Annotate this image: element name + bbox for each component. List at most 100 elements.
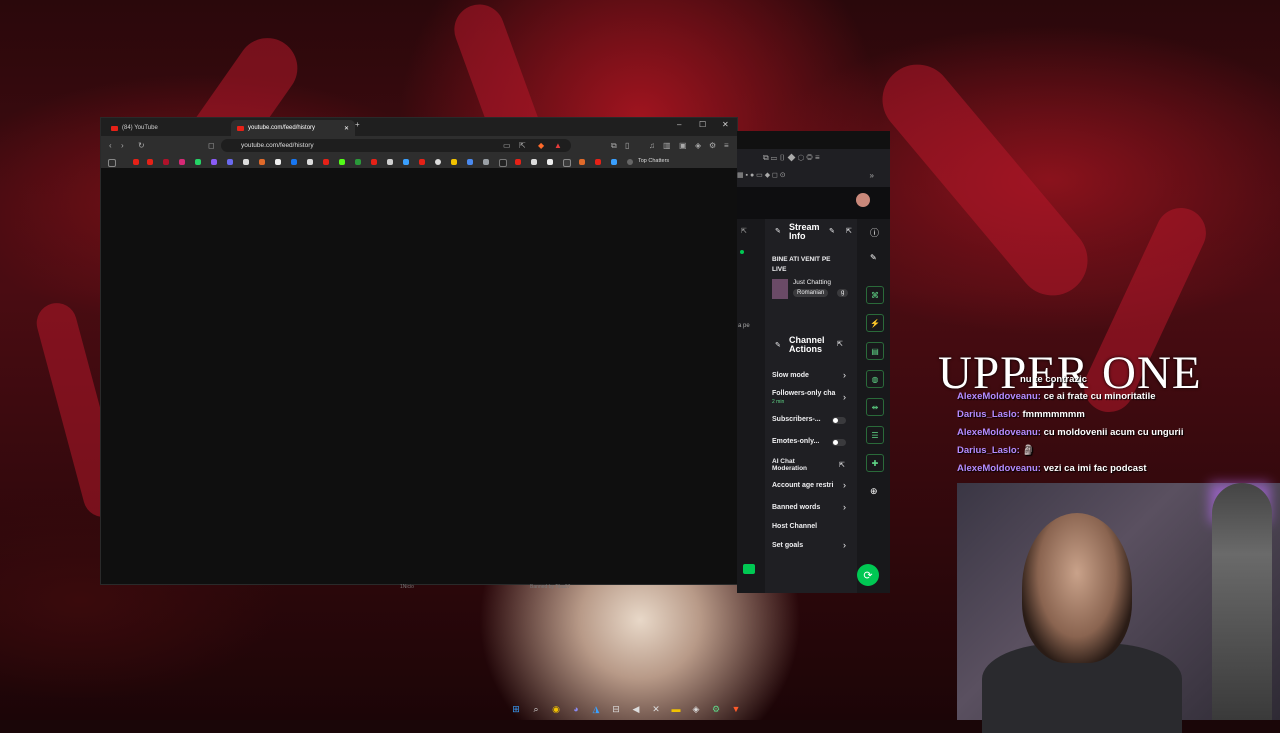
popout-icon[interactable]: ⇱ xyxy=(846,227,852,235)
split-icon[interactable]: ▥ xyxy=(663,141,671,150)
popout-icon[interactable]: ⇱ xyxy=(741,227,747,235)
bookmark-icon[interactable] xyxy=(499,159,507,167)
rewards-icon[interactable]: ▲ xyxy=(554,141,562,150)
toolbar-row2[interactable]: ▦ ▪ ● ▭ ◆ ◻ ⊙ xyxy=(737,171,786,179)
bookmark-icon[interactable] xyxy=(211,159,217,165)
avatar[interactable] xyxy=(856,193,870,207)
chevron-right-icon[interactable]: › xyxy=(843,502,846,512)
bookmark-icon[interactable]: ◻ xyxy=(208,141,215,150)
help-button[interactable]: ⟳ xyxy=(857,564,879,586)
bookmark-icon[interactable] xyxy=(323,159,329,165)
layout-icon[interactable]: ☰ xyxy=(866,426,884,444)
bookmark-top-chatters[interactable]: Top Chatters xyxy=(638,158,669,164)
bookmark-youtube-icon[interactable] xyxy=(133,159,139,165)
bookmark-icon[interactable] xyxy=(595,159,601,165)
media-icon[interactable]: ♫ xyxy=(649,141,655,150)
bookmark-icon[interactable] xyxy=(355,159,361,165)
bookmark-kick-icon[interactable] xyxy=(339,159,345,165)
bookmark-icon[interactable] xyxy=(467,159,473,165)
chevron-right-icon[interactable]: › xyxy=(843,370,846,380)
chat-button[interactable] xyxy=(743,564,755,574)
maximize-button[interactable]: ☐ xyxy=(699,120,706,129)
bookmark-icon[interactable] xyxy=(307,159,313,165)
forward-icon[interactable]: › xyxy=(121,141,124,150)
set-goals-item[interactable]: Set goals xyxy=(772,542,803,549)
host-channel-item[interactable]: Host Channel xyxy=(772,523,817,530)
tag-romanian[interactable]: Romanian xyxy=(793,289,829,297)
bookmark-icon[interactable] xyxy=(163,159,169,165)
bookmark-icon[interactable] xyxy=(403,159,409,165)
bookmark-folder-icon[interactable] xyxy=(627,159,633,165)
bookmark-whatsapp-icon[interactable] xyxy=(195,159,201,165)
bookmark-icon[interactable] xyxy=(451,159,457,165)
bookmark-icon[interactable] xyxy=(611,159,617,165)
edit-icon[interactable]: ✎ xyxy=(870,253,877,262)
share-icon[interactable]: ⇱ xyxy=(519,141,526,150)
bookmark-tiktok-icon[interactable] xyxy=(275,159,281,165)
app-icon[interactable]: ⚙ xyxy=(708,702,724,716)
extensions-icon[interactable]: ⧉ xyxy=(611,141,617,151)
chat-icon[interactable]: ◍ xyxy=(866,370,884,388)
bookmark-icon[interactable] xyxy=(435,159,441,165)
bookmark-icon[interactable] xyxy=(419,159,425,165)
bookmark-icon[interactable] xyxy=(547,159,553,165)
bookmark-icon[interactable] xyxy=(147,159,153,165)
bookmark-icon[interactable] xyxy=(515,159,521,165)
new-tab-button[interactable]: + xyxy=(355,120,360,129)
install-icon[interactable]: ▭ xyxy=(503,141,511,150)
discord-icon[interactable]: ◕ xyxy=(568,702,584,716)
tag-more[interactable]: g xyxy=(837,289,849,297)
search-icon[interactable]: ⌕ xyxy=(528,702,544,716)
start-icon[interactable]: ⊞ xyxy=(508,702,524,716)
bookmark-icon[interactable] xyxy=(579,159,585,165)
chrome-icon[interactable]: ◉ xyxy=(548,702,564,716)
bookmark-icon[interactable] xyxy=(259,159,265,165)
bookmark-icon[interactable] xyxy=(227,159,233,165)
toolbar-icons[interactable]: ⧉ ▭ ▯ ◆ ⬡ ◎ ≡ xyxy=(763,153,820,163)
bookmark-icon[interactable] xyxy=(371,159,377,165)
pin-icon[interactable]: ✎ xyxy=(775,341,781,349)
bookmark-x-icon[interactable] xyxy=(243,159,249,165)
app-icon[interactable]: ◀ xyxy=(628,702,644,716)
bookmark-instagram-icon[interactable] xyxy=(179,159,185,165)
menu-icon[interactable]: ≡ xyxy=(724,141,729,150)
brave-icon[interactable]: ▼ xyxy=(728,702,744,716)
ai-chat-moderation-item[interactable]: AI Chat Moderation xyxy=(772,458,822,472)
brave-shield-icon[interactable]: ◆ xyxy=(538,141,544,150)
settings-icon[interactable]: ⚙ xyxy=(709,141,716,150)
vpn-icon[interactable]: ◈ xyxy=(695,141,701,150)
chevron-right-icon[interactable]: › xyxy=(843,540,846,550)
app-icon[interactable]: ◈ xyxy=(688,702,704,716)
bookmark-icon[interactable] xyxy=(483,159,489,165)
bookmark-icon[interactable] xyxy=(531,159,537,165)
popout-icon[interactable]: ⇱ xyxy=(837,340,843,348)
banned-words-item[interactable]: Banned words xyxy=(772,504,820,511)
lightning-icon[interactable]: ⚡ xyxy=(866,314,884,332)
trash-icon[interactable]: ▤ xyxy=(866,342,884,360)
slow-mode-item[interactable]: Slow mode xyxy=(772,372,809,379)
subscribers-only-toggle[interactable] xyxy=(832,417,846,424)
bookmark-icon[interactable] xyxy=(387,159,393,165)
sidebar-icon[interactable]: ▯ xyxy=(625,141,629,150)
chevron-right-icon[interactable]: › xyxy=(843,392,846,402)
wrench-icon[interactable]: ✚ xyxy=(866,454,884,472)
account-age-item[interactable]: Account age restri xyxy=(772,482,833,489)
info-icon[interactable]: ⓘ xyxy=(870,226,879,239)
bookmark-facebook-icon[interactable] xyxy=(291,159,297,165)
add-action-icon[interactable]: ⊕ xyxy=(870,486,878,497)
wallet-icon[interactable]: ▣ xyxy=(679,141,687,150)
file-explorer-icon[interactable]: ▬ xyxy=(668,702,684,716)
back-icon[interactable]: ‹ xyxy=(109,141,112,150)
edit-icon[interactable]: ✎ xyxy=(829,227,835,235)
pin-icon[interactable]: ✎ xyxy=(775,227,781,235)
close-tab-icon[interactable]: ✕ xyxy=(344,125,349,132)
more-icon[interactable]: » xyxy=(870,171,874,180)
clip-icon[interactable]: ⌘ xyxy=(866,286,884,304)
reload-icon[interactable]: ↻ xyxy=(138,141,145,150)
bookmark-icon[interactable] xyxy=(563,159,571,167)
tab-history[interactable]: youtube.com/feed/history ✕ xyxy=(231,120,355,136)
emotes-only-toggle[interactable] xyxy=(832,439,846,446)
close-window-button[interactable]: ✕ xyxy=(722,120,729,129)
raid-icon[interactable]: ⇹ xyxy=(866,398,884,416)
followers-only-item[interactable]: Followers-only cha xyxy=(772,390,835,397)
